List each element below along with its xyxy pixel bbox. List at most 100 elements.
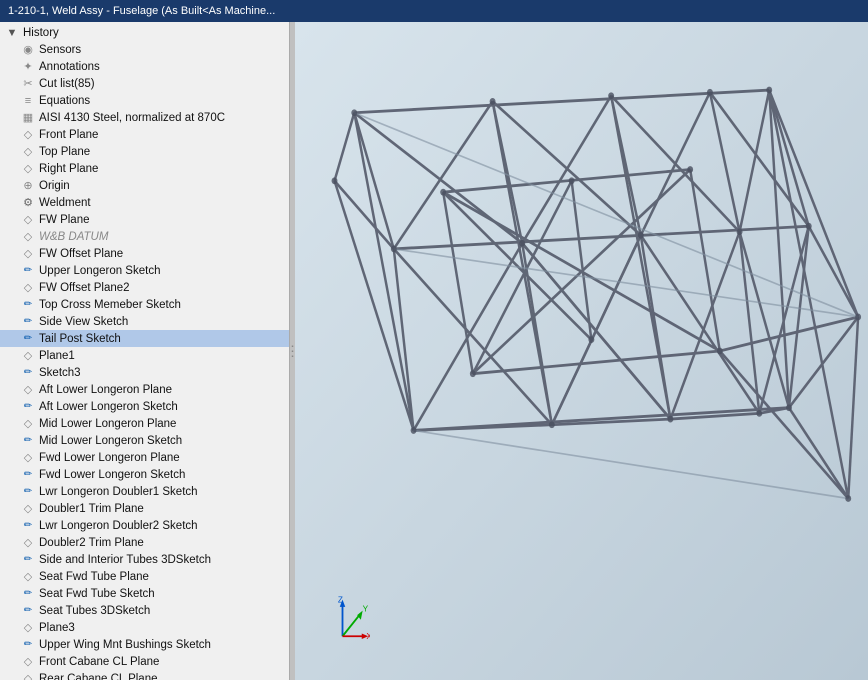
tree-item-icon-doubler2-trim-plane: ◇ xyxy=(20,536,36,550)
tree-item-icon-aft-lower-longeron-plane: ◇ xyxy=(20,383,36,397)
tree-item-wb-datum[interactable]: ◇W&B DATUM xyxy=(0,228,289,245)
3d-viewport[interactable]: * xyxy=(295,22,868,680)
tree-item-icon-right-plane: ◇ xyxy=(20,162,36,176)
tree-item-label-seat-fwd-tube-plane: Seat Fwd Tube Plane xyxy=(39,571,149,583)
z-axis-label: Z xyxy=(338,595,343,604)
tree-item-fw-offset-plane[interactable]: ◇FW Offset Plane xyxy=(0,245,289,262)
tree-item-label-upper-wing-mnt-bushings-sketch: Upper Wing Mnt Bushings Sketch xyxy=(39,639,211,651)
tree-item-right-plane[interactable]: ◇Right Plane xyxy=(0,160,289,177)
tree-item-side-view-sketch[interactable]: ✏Side View Sketch xyxy=(0,313,289,330)
tree-item-tail-post-sketch[interactable]: ✏Tail Post Sketch xyxy=(0,330,289,347)
tree-item-label-upper-longeron-sketch: Upper Longeron Sketch xyxy=(39,265,160,277)
tree-item-label-right-plane: Right Plane xyxy=(39,163,98,175)
tree-item-label-weldment: Weldment xyxy=(39,197,91,209)
tree-item-icon-seat-tubes-3dsketch: ✏ xyxy=(20,604,36,618)
title-text: 1-210-1, Weld Assy - Fuselage (As Built<… xyxy=(8,5,275,17)
tree-item-icon-top-cross-member-sketch: ✏ xyxy=(20,298,36,312)
tree-item-label-fwd-lower-longeron-plane: Fwd Lower Longeron Plane xyxy=(39,452,180,464)
tree-item-icon-tail-post-sketch: ✏ xyxy=(20,332,36,346)
tree-item-icon-aft-lower-longeron-sketch: ✏ xyxy=(20,400,36,414)
tree-item-aft-lower-longeron-sketch[interactable]: ✏Aft Lower Longeron Sketch xyxy=(0,398,289,415)
tree-item-label-top-cross-member-sketch: Top Cross Memeber Sketch xyxy=(39,299,181,311)
tree-item-label-fw-plane: FW Plane xyxy=(39,214,90,226)
tree-item-equations[interactable]: ≡Equations xyxy=(0,92,289,109)
tree-item-fw-offset-plane2[interactable]: ◇FW Offset Plane2 xyxy=(0,279,289,296)
feature-tree-panel: ▼History◉Sensors✦Annotations✂Cut list(85… xyxy=(0,22,290,680)
tree-item-history[interactable]: ▼History xyxy=(0,24,289,41)
tree-item-sensors[interactable]: ◉Sensors xyxy=(0,41,289,58)
tree-item-label-wb-datum: W&B DATUM xyxy=(39,231,108,243)
tree-item-doubler2-trim-plane[interactable]: ◇Doubler2 Trim Plane xyxy=(0,534,289,551)
tree-item-label-annotations: Annotations xyxy=(39,61,100,73)
tree-item-label-fw-offset-plane: FW Offset Plane xyxy=(39,248,123,260)
tree-item-icon-lwr-longeron-doubler2-sketch: ✏ xyxy=(20,519,36,533)
tree-item-mid-lower-longeron-sketch[interactable]: ✏Mid Lower Longeron Sketch xyxy=(0,432,289,449)
tree-item-label-mid-lower-longeron-sketch: Mid Lower Longeron Sketch xyxy=(39,435,182,447)
tree-item-plane1[interactable]: ◇Plane1 xyxy=(0,347,289,364)
tree-item-label-aft-lower-longeron-sketch: Aft Lower Longeron Sketch xyxy=(39,401,178,413)
tree-item-label-cutlist: Cut list(85) xyxy=(39,78,95,90)
tree-item-label-fwd-lower-longeron-sketch: Fwd Lower Longeron Sketch xyxy=(39,469,185,481)
tree-item-label-plane1: Plane1 xyxy=(39,350,75,362)
tree-item-label-doubler1-trim-plane: Doubler1 Trim Plane xyxy=(39,503,144,515)
tree-item-seat-fwd-tube-plane[interactable]: ◇Seat Fwd Tube Plane xyxy=(0,568,289,585)
tree-item-origin[interactable]: ⊕Origin xyxy=(0,177,289,194)
tree-item-fw-plane[interactable]: ◇FW Plane xyxy=(0,211,289,228)
tree-item-icon-material: ▦ xyxy=(20,111,36,125)
feature-tree[interactable]: ▼History◉Sensors✦Annotations✂Cut list(85… xyxy=(0,22,289,680)
tree-item-seat-fwd-tube-sketch[interactable]: ✏Seat Fwd Tube Sketch xyxy=(0,585,289,602)
tree-item-seat-tubes-3dsketch[interactable]: ✏Seat Tubes 3DSketch xyxy=(0,602,289,619)
tree-item-icon-mid-lower-longeron-sketch: ✏ xyxy=(20,434,36,448)
tree-item-material[interactable]: ▦AISI 4130 Steel, normalized at 870C xyxy=(0,109,289,126)
tree-item-icon-fwd-lower-longeron-sketch: ✏ xyxy=(20,468,36,482)
tree-item-front-cabane-cl-plane[interactable]: ◇Front Cabane CL Plane xyxy=(0,653,289,670)
tree-item-icon-top-plane: ◇ xyxy=(20,145,36,159)
tree-item-side-interior-tubes-3dsketch[interactable]: ✏Side and Interior Tubes 3DSketch xyxy=(0,551,289,568)
tree-item-weldment[interactable]: ⚙Weldment xyxy=(0,194,289,211)
tree-item-icon-doubler1-trim-plane: ◇ xyxy=(20,502,36,516)
tree-item-icon-rear-cabane-cl-plane: ◇ xyxy=(20,672,36,680)
tree-item-icon-sketch3: ✏ xyxy=(20,366,36,380)
tree-item-label-front-cabane-cl-plane: Front Cabane CL Plane xyxy=(39,656,159,668)
tree-item-cutlist[interactable]: ✂Cut list(85) xyxy=(0,75,289,92)
tree-item-label-history: History xyxy=(23,27,59,39)
tree-item-label-sketch3: Sketch3 xyxy=(39,367,81,379)
tree-item-fwd-lower-longeron-plane[interactable]: ◇Fwd Lower Longeron Plane xyxy=(0,449,289,466)
tree-item-label-front-plane: Front Plane xyxy=(39,129,98,141)
tree-item-lwr-longeron-doubler1-sketch[interactable]: ✏Lwr Longeron Doubler1 Sketch xyxy=(0,483,289,500)
tree-item-label-lwr-longeron-doubler2-sketch: Lwr Longeron Doubler2 Sketch xyxy=(39,520,198,532)
tree-item-icon-plane1: ◇ xyxy=(20,349,36,363)
tree-item-upper-longeron-sketch[interactable]: ✏Upper Longeron Sketch xyxy=(0,262,289,279)
fuselage-wireframe xyxy=(295,22,868,680)
tree-item-rear-cabane-cl-plane[interactable]: ◇Rear Cabane CL Plane xyxy=(0,670,289,680)
tree-item-top-plane[interactable]: ◇Top Plane xyxy=(0,143,289,160)
tree-item-annotations[interactable]: ✦Annotations xyxy=(0,58,289,75)
tree-item-mid-lower-longeron-plane[interactable]: ◇Mid Lower Longeron Plane xyxy=(0,415,289,432)
tree-item-sketch3[interactable]: ✏Sketch3 xyxy=(0,364,289,381)
tree-item-label-sensors: Sensors xyxy=(39,44,81,56)
tree-item-icon-lwr-longeron-doubler1-sketch: ✏ xyxy=(20,485,36,499)
tree-item-front-plane[interactable]: ◇Front Plane xyxy=(0,126,289,143)
tree-item-label-fw-offset-plane2: FW Offset Plane2 xyxy=(39,282,130,294)
tree-item-doubler1-trim-plane[interactable]: ◇Doubler1 Trim Plane xyxy=(0,500,289,517)
tree-item-icon-wb-datum: ◇ xyxy=(20,230,36,244)
tree-item-icon-front-plane: ◇ xyxy=(20,128,36,142)
y-axis-label: Y xyxy=(363,605,369,614)
tree-item-icon-plane3: ◇ xyxy=(20,621,36,635)
tree-item-fwd-lower-longeron-sketch[interactable]: ✏Fwd Lower Longeron Sketch xyxy=(0,466,289,483)
tree-item-plane3[interactable]: ◇Plane3 xyxy=(0,619,289,636)
tree-item-icon-fw-offset-plane2: ◇ xyxy=(20,281,36,295)
tree-item-label-doubler2-trim-plane: Doubler2 Trim Plane xyxy=(39,537,144,549)
tree-item-label-lwr-longeron-doubler1-sketch: Lwr Longeron Doubler1 Sketch xyxy=(39,486,198,498)
tree-item-upper-wing-mnt-bushings-sketch[interactable]: ✏Upper Wing Mnt Bushings Sketch xyxy=(0,636,289,653)
tree-item-icon-seat-fwd-tube-sketch: ✏ xyxy=(20,587,36,601)
tree-item-label-mid-lower-longeron-plane: Mid Lower Longeron Plane xyxy=(39,418,176,430)
tree-item-top-cross-member-sketch[interactable]: ✏Top Cross Memeber Sketch xyxy=(0,296,289,313)
tree-item-icon-fwd-lower-longeron-plane: ◇ xyxy=(20,451,36,465)
tree-item-lwr-longeron-doubler2-sketch[interactable]: ✏Lwr Longeron Doubler2 Sketch xyxy=(0,517,289,534)
x-axis-label: X xyxy=(366,632,370,641)
tree-item-label-seat-tubes-3dsketch: Seat Tubes 3DSketch xyxy=(39,605,150,617)
tree-item-aft-lower-longeron-plane[interactable]: ◇Aft Lower Longeron Plane xyxy=(0,381,289,398)
tree-item-icon-mid-lower-longeron-plane: ◇ xyxy=(20,417,36,431)
tree-item-icon-upper-wing-mnt-bushings-sketch: ✏ xyxy=(20,638,36,652)
